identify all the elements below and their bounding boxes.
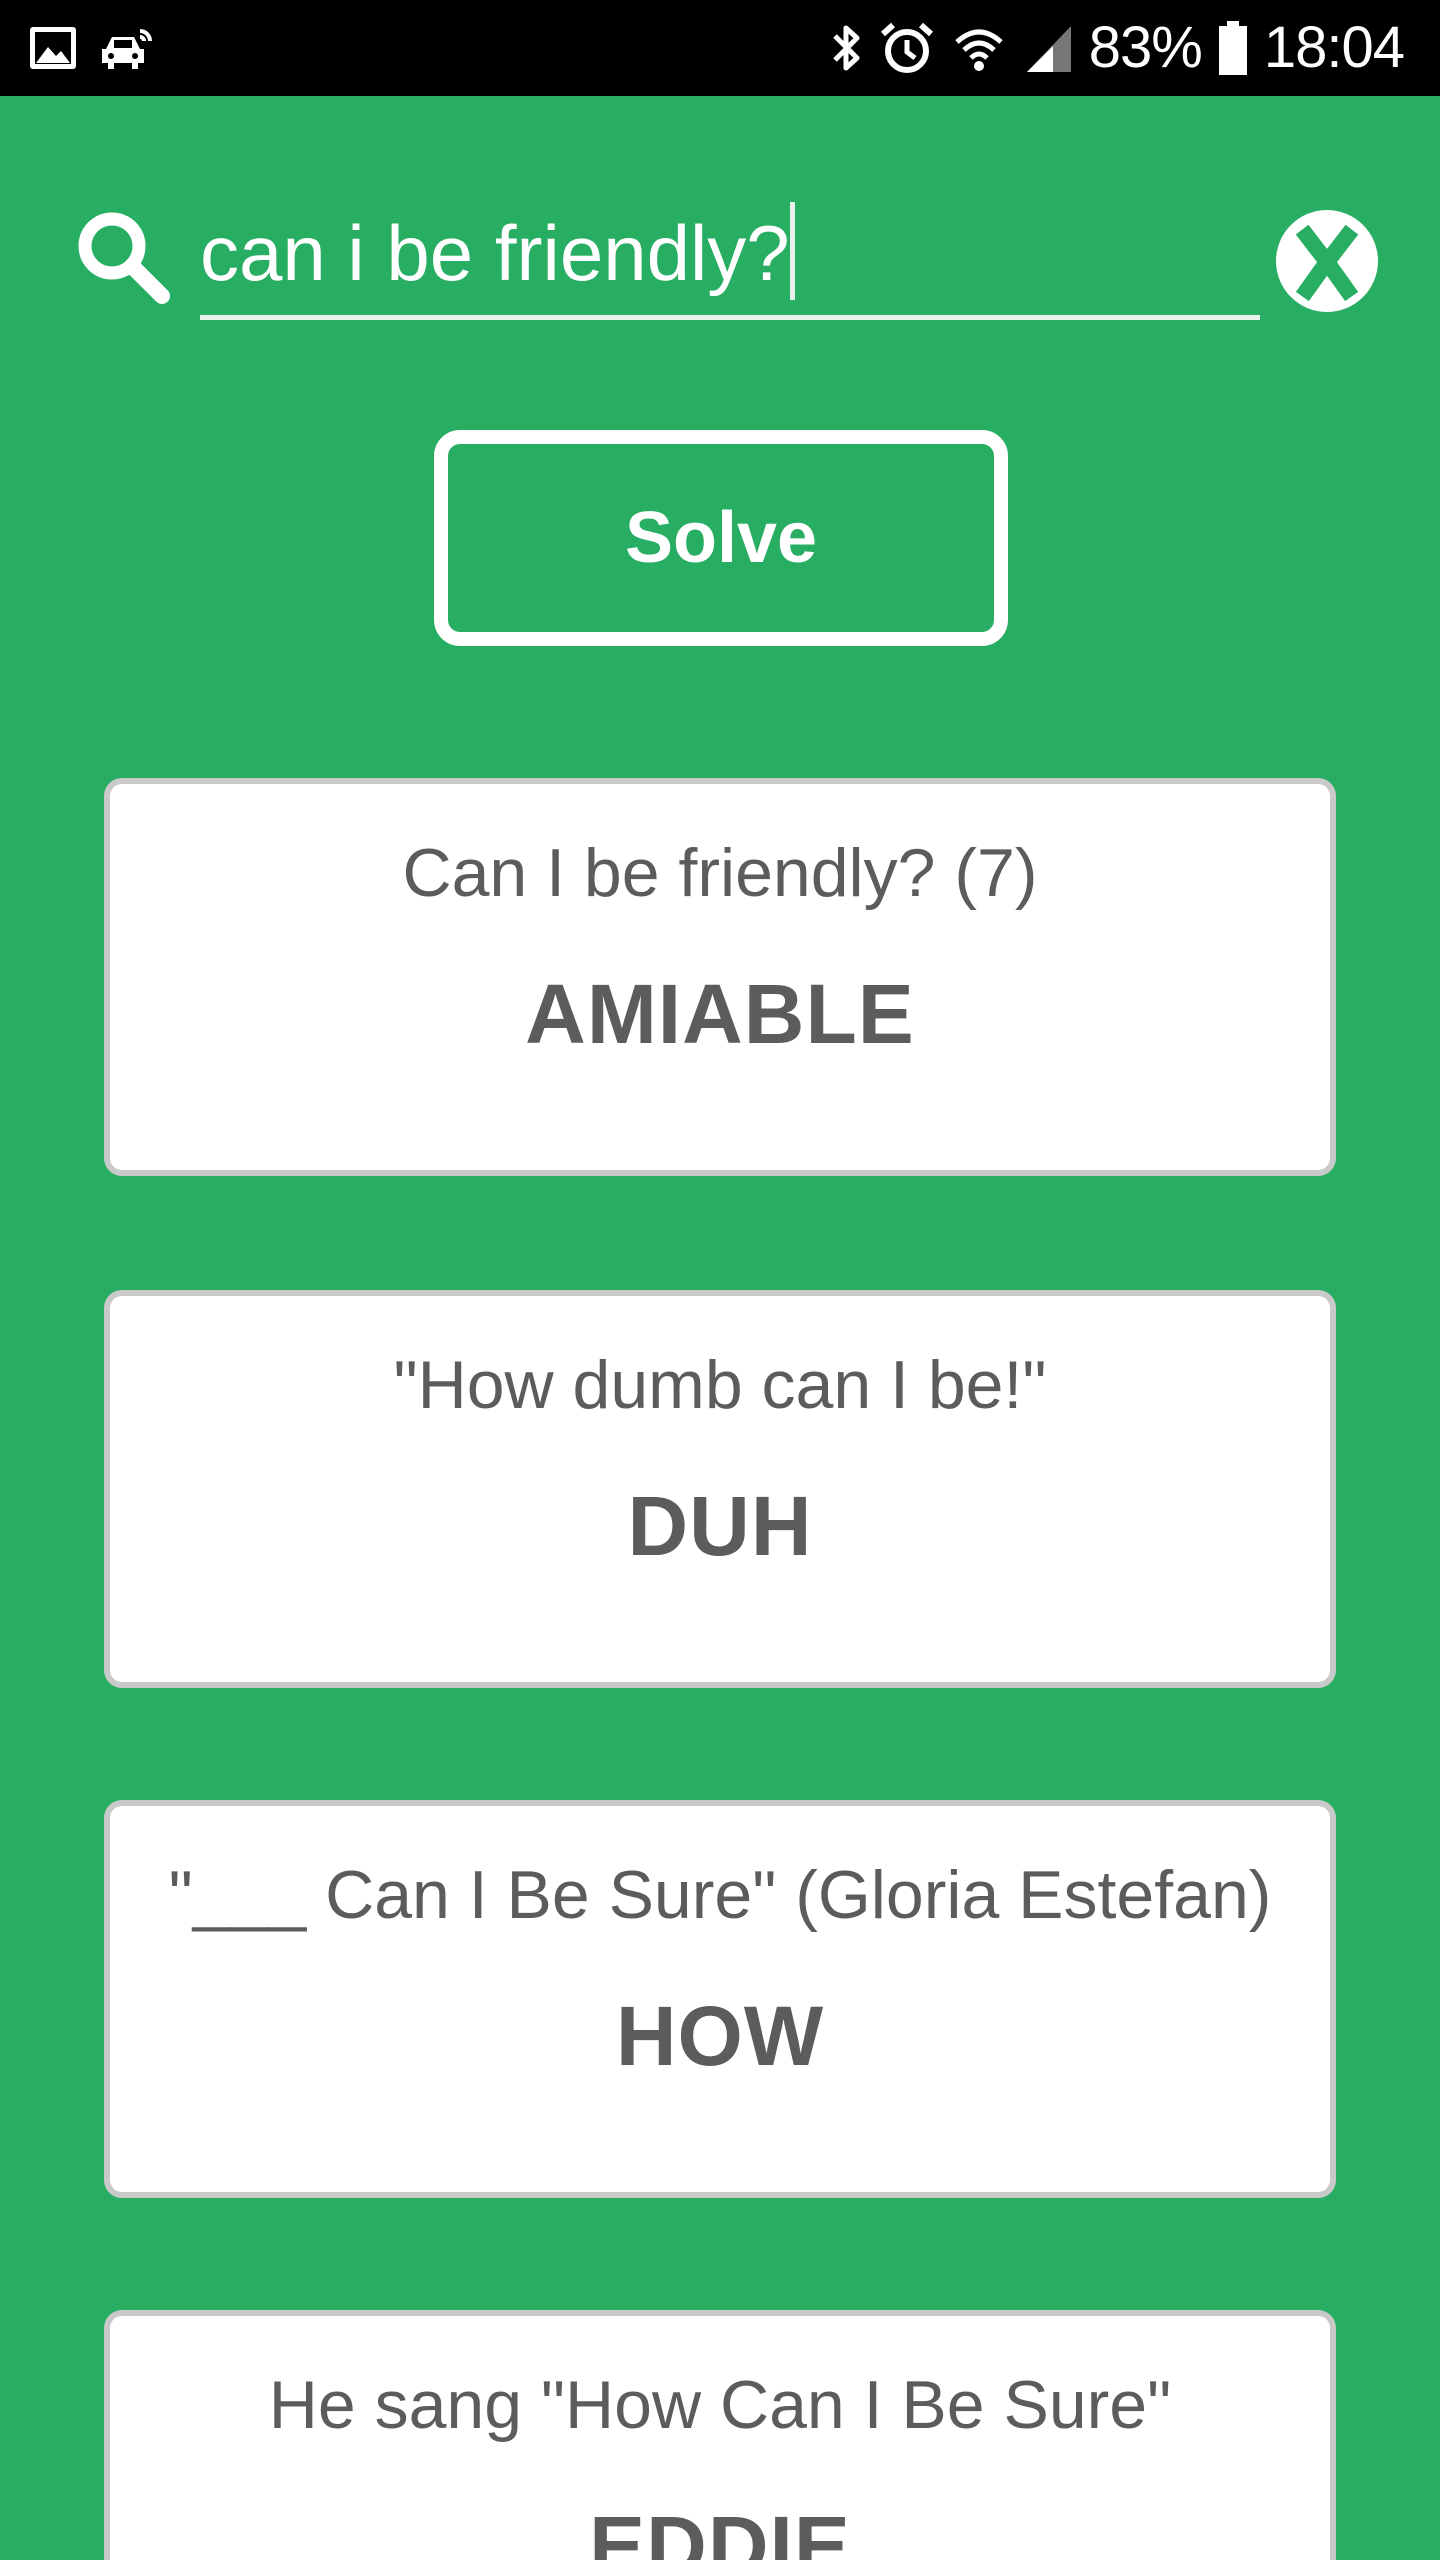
result-clue: "How dumb can I be!" bbox=[393, 1347, 1047, 1423]
result-clue: Can I be friendly? (7) bbox=[402, 835, 1038, 911]
solve-button[interactable]: Solve bbox=[434, 430, 1008, 646]
result-card[interactable]: Can I be friendly? (7) AMIABLE bbox=[104, 778, 1336, 1176]
result-answer: AMIABLE bbox=[525, 967, 915, 1061]
result-card[interactable]: He sang "How Can I Be Sure" EDDIE bbox=[104, 2310, 1336, 2560]
battery-icon bbox=[1218, 20, 1248, 76]
result-answer: EDDIE bbox=[589, 2499, 851, 2560]
search-input[interactable] bbox=[200, 198, 1260, 308]
image-icon bbox=[28, 25, 78, 71]
car-notification-icon bbox=[100, 25, 154, 71]
bluetooth-icon bbox=[829, 20, 863, 76]
alarm-icon bbox=[879, 20, 935, 76]
clear-search-button[interactable] bbox=[1276, 210, 1378, 312]
status-bar-right: 83% 18:04 bbox=[829, 10, 1405, 86]
text-cursor bbox=[790, 202, 795, 300]
clock-time: 18:04 bbox=[1263, 15, 1405, 80]
search-icon[interactable] bbox=[74, 208, 174, 308]
result-clue: "___ Can I Be Sure" (Gloria Estefan) bbox=[168, 1857, 1272, 1933]
status-bar: 83% 18:04 bbox=[0, 0, 1440, 96]
result-card[interactable]: "How dumb can I be!" DUH bbox=[104, 1290, 1336, 1688]
close-icon bbox=[1295, 224, 1359, 302]
status-bar-left bbox=[28, 20, 154, 76]
search-field[interactable] bbox=[200, 190, 1260, 320]
result-clue: He sang "How Can I Be Sure" bbox=[268, 2367, 1172, 2443]
wifi-icon bbox=[951, 20, 1007, 76]
signal-icon bbox=[1023, 22, 1073, 74]
battery-percent: 83% bbox=[1088, 15, 1203, 80]
result-answer: HOW bbox=[615, 1989, 825, 2083]
result-card[interactable]: "___ Can I Be Sure" (Gloria Estefan) HOW bbox=[104, 1800, 1336, 2198]
result-answer: DUH bbox=[627, 1479, 813, 1573]
